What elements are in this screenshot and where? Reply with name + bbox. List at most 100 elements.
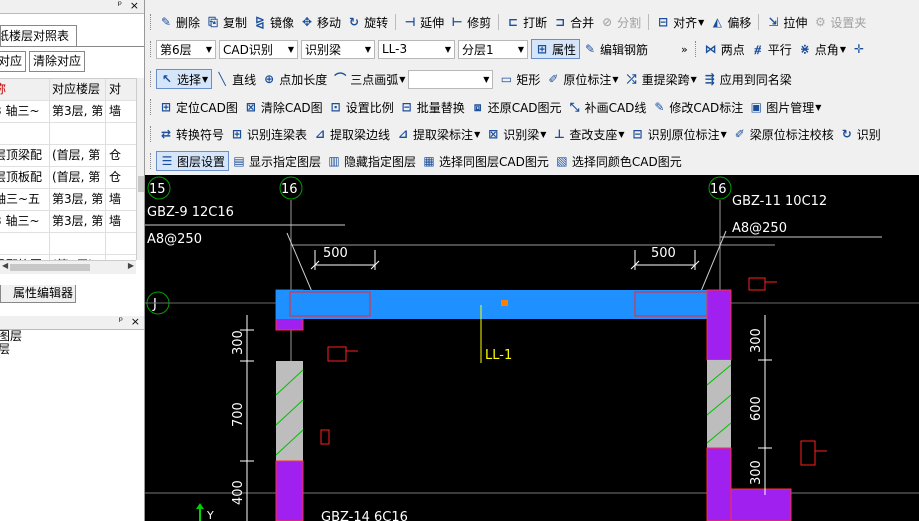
draw-mode-select[interactable]: ▼ bbox=[408, 69, 494, 89]
layer-select[interactable]: 分层1 ▼ bbox=[458, 39, 528, 59]
toolbar-button-row3-6[interactable]: ✐ 原位标注 ▼ bbox=[543, 69, 621, 89]
toolbar-button-row5-2[interactable]: ⊿ 提取梁边线 bbox=[310, 124, 393, 144]
floor-select[interactable]: 第6层 ▼ bbox=[156, 39, 216, 59]
column-label-GBZ-11[interactable]: GBZ-11 10C12 bbox=[732, 194, 827, 209]
toolbar-button-row1-1[interactable]: ⎘ 复制 bbox=[203, 12, 250, 32]
scroll-right-icon[interactable]: ▶ bbox=[128, 261, 134, 270]
stirrup-label-left[interactable]: A8@250 bbox=[147, 232, 202, 247]
pin-icon[interactable]: ᵖ bbox=[119, 316, 123, 327]
table-row[interactable] bbox=[0, 233, 136, 255]
toolbar-button-row4-0[interactable]: ⊞ 定位CAD图 bbox=[156, 97, 241, 117]
toolbar-overflow-chevron[interactable]: » bbox=[681, 43, 688, 56]
toolbar-button-row3-2[interactable]: ⊕ 点加长度 bbox=[259, 69, 330, 89]
toolbar-button-row4-3[interactable]: ⊟ 批量替换 bbox=[397, 97, 468, 117]
column-header-floor[interactable]: 对应楼层 bbox=[50, 79, 106, 100]
toolbar-button-row1-13[interactable]: ⚙ 设置夹 bbox=[810, 12, 869, 32]
toolbar-button-row6-0[interactable]: ☰ 图层设置 bbox=[156, 151, 230, 171]
toolbar-button-row3-0[interactable]: ↖ 选择 ▼ bbox=[156, 69, 213, 89]
toolbar-button-row4-4[interactable]: ⧈ 还原CAD图元 bbox=[468, 97, 565, 117]
toolbar-button-row1-12[interactable]: ⇲ 拉伸 bbox=[763, 12, 810, 32]
column-header-name[interactable]: 称 bbox=[0, 79, 50, 100]
column-bottom-right-extension[interactable] bbox=[730, 488, 792, 521]
table-row[interactable]: 3 轴三~ 第3层, 第墙 bbox=[0, 101, 136, 123]
property-button[interactable]: ⊞ 属性 bbox=[531, 39, 581, 59]
toolbar-button-row5-8[interactable]: ↻ 识别 bbox=[837, 124, 884, 144]
tab-drawing-floor-map[interactable]: 纸楼层对照表 bbox=[0, 25, 77, 46]
snap-tool-1[interactable]: ⧣ 平行 bbox=[748, 39, 795, 59]
toolbar-button-row6-2[interactable]: ▥ 隐藏指定图层 bbox=[324, 151, 419, 171]
cad-drawing-canvas[interactable]: 15 16 16 J 500 500 LL-1 300 700 400 300 … bbox=[145, 175, 919, 521]
snap-tool-3[interactable]: ✛ bbox=[849, 39, 872, 59]
stirrup-label-right[interactable]: A8@250 bbox=[732, 221, 787, 236]
toolbar-button-row3-8[interactable]: ⇶ 应用到同名梁 bbox=[700, 69, 795, 89]
snap-tool-0[interactable]: ⋈ 两点 bbox=[701, 39, 748, 59]
table-vertical-scrollbar[interactable] bbox=[136, 78, 144, 260]
toolbar-button-row1-4[interactable]: ↻ 旋转 bbox=[344, 12, 391, 32]
toolbar-button-row1-5[interactable]: ⊣ 延伸 bbox=[400, 12, 447, 32]
toolbar-button-row1-7[interactable]: ⊏ 打断 bbox=[503, 12, 550, 32]
clear-map-button[interactable]: 清除对应 bbox=[29, 51, 86, 72]
toolbar-grip[interactable] bbox=[150, 153, 152, 169]
table-row[interactable]: 层顶梁配 (首层, 第仓 bbox=[0, 145, 136, 167]
tab-property-editor[interactable]: 属性编辑器 bbox=[0, 285, 76, 303]
toolbar-button-row5-4[interactable]: ⊠ 识别梁 ▼ bbox=[483, 124, 549, 144]
edit-rebar-button[interactable]: ✎ 编辑钢筋 bbox=[580, 39, 651, 59]
toolbar-button-row1-11[interactable]: ◭ 偏移 bbox=[707, 12, 754, 32]
beam-grip-point[interactable] bbox=[501, 300, 508, 306]
toolbar-button-row5-0[interactable]: ⇄ 转换符号 bbox=[156, 124, 227, 144]
toolbar-button-row6-4[interactable]: ▧ 选择同颜色CAD图元 bbox=[552, 151, 685, 171]
toolbar-grip[interactable] bbox=[150, 99, 152, 115]
toolbar-button-row5-7[interactable]: ✐ 梁原位标注校核 bbox=[730, 124, 837, 144]
beam-label-LL-1[interactable]: LL-1 bbox=[485, 348, 512, 363]
toolbar-button-row1-9[interactable]: ⊘ 分割 bbox=[597, 12, 644, 32]
toolbar-button-row4-2[interactable]: ⊡ 设置比例 bbox=[326, 97, 397, 117]
table-row[interactable] bbox=[0, 123, 136, 145]
cad-mode-select[interactable]: CAD识别 ▼ bbox=[219, 39, 298, 59]
toolbar-button-row3-3[interactable]: ⌒ 三点画弧 ▼ bbox=[330, 69, 408, 89]
table-row[interactable]: 层顶板配 (首层, 第仓 bbox=[0, 167, 136, 189]
column-top-right[interactable] bbox=[706, 289, 732, 361]
wall-left[interactable] bbox=[276, 361, 303, 461]
toolbar-button-row1-3[interactable]: ✥ 移动 bbox=[297, 12, 344, 32]
toolbar-button-row6-1[interactable]: ▤ 显示指定图层 bbox=[229, 151, 324, 171]
map-button[interactable]: 对应 bbox=[0, 51, 27, 72]
toolbar-button-row5-3[interactable]: ⊿ 提取梁标注 ▼ bbox=[393, 124, 483, 144]
pin-icon[interactable]: ᵖ bbox=[118, 0, 122, 11]
snap-tool-2[interactable]: ⋇ 点角 ▼ bbox=[795, 39, 849, 59]
element-select[interactable]: LL-3 ▼ bbox=[378, 39, 455, 59]
toolbar-button-row5-5[interactable]: ⊥ 查改支座 ▼ bbox=[549, 124, 627, 144]
toolbar-button-row4-1[interactable]: ⊠ 清除CAD图 bbox=[241, 97, 326, 117]
close-icon[interactable]: × bbox=[131, 315, 140, 328]
toolbar-button-row1-0[interactable]: ✎ 删除 bbox=[156, 12, 203, 32]
toolbar-button-row1-8[interactable]: ⊐ 合并 bbox=[550, 12, 597, 32]
toolbar-button-row5-1[interactable]: ⊞ 识别连梁表 bbox=[227, 124, 310, 144]
scroll-left-icon[interactable]: ◀ bbox=[2, 261, 8, 270]
column-bottom-left[interactable] bbox=[275, 460, 304, 521]
scrollbar-thumb[interactable] bbox=[10, 264, 90, 271]
column-bottom-right[interactable] bbox=[706, 447, 732, 521]
scrollbar-thumb[interactable] bbox=[138, 176, 144, 192]
toolbar-button-row1-10[interactable]: ⊟ 对齐 ▼ bbox=[653, 12, 707, 32]
table-row[interactable]: 3 轴三~ 第3层, 第墙 bbox=[0, 211, 136, 233]
close-icon[interactable]: × bbox=[130, 0, 139, 12]
element-type-select[interactable]: 识别梁 ▼ bbox=[301, 39, 375, 59]
column-label-GBZ-14[interactable]: GBZ-14 6C16 bbox=[321, 510, 408, 521]
toolbar-grip[interactable] bbox=[150, 14, 152, 30]
toolbar-button-row3-1[interactable]: ╲ 直线 bbox=[212, 69, 259, 89]
toolbar-grip[interactable] bbox=[150, 126, 152, 142]
table-row[interactable]: 轴三~五第3层, 第墙 bbox=[0, 189, 136, 211]
toolbar-button-row4-6[interactable]: ✎ 修改CAD标注 bbox=[649, 97, 746, 117]
toolbar-button-row4-7[interactable]: ▣ 图片管理 ▼ bbox=[746, 97, 824, 117]
toolbar-grip[interactable] bbox=[694, 41, 697, 57]
column-header-type[interactable]: 对 bbox=[106, 79, 136, 100]
table-horizontal-scrollbar[interactable]: ◀ ▶ bbox=[0, 260, 136, 274]
toolbar-button-row4-5[interactable]: ⤡ 补画CAD线 bbox=[565, 97, 650, 117]
toolbar-button-row3-5[interactable]: ▭ 矩形 bbox=[496, 69, 543, 89]
column-label-GBZ-9[interactable]: GBZ-9 12C16 bbox=[147, 205, 234, 220]
toolbar-button-row1-2[interactable]: ⧎ 镜像 bbox=[250, 12, 297, 32]
toolbar-button-row5-6[interactable]: ⊟ 识别原位标注 ▼ bbox=[628, 124, 730, 144]
toolbar-button-row6-3[interactable]: ▦ 选择同图层CAD图元 bbox=[419, 151, 552, 171]
toolbar-grip[interactable] bbox=[150, 41, 152, 57]
wall-right[interactable] bbox=[707, 360, 731, 448]
toolbar-button-row1-6[interactable]: ⊢ 修剪 bbox=[447, 12, 494, 32]
